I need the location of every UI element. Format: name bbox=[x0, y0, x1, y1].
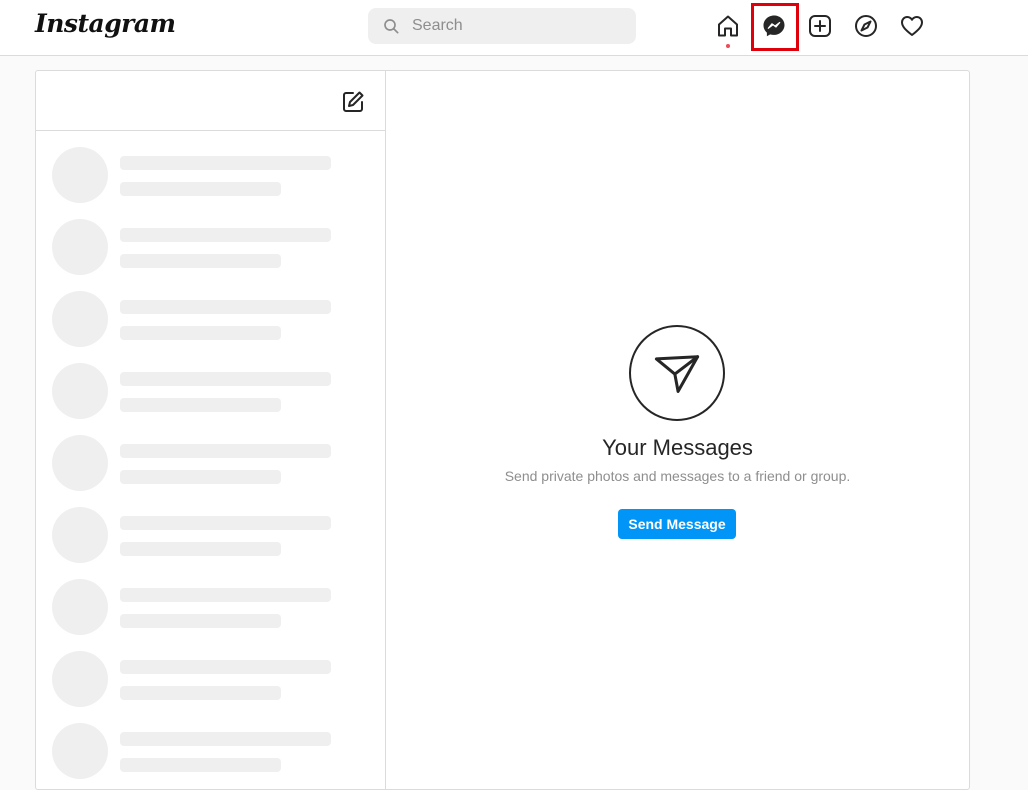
skeleton-row bbox=[36, 491, 385, 563]
home-icon[interactable] bbox=[715, 13, 741, 39]
messages-empty-state: Your Messages Send private photos and me… bbox=[386, 71, 969, 789]
skeleton-row bbox=[36, 131, 385, 203]
skeleton-avatar bbox=[52, 651, 108, 707]
skeleton-row bbox=[36, 275, 385, 347]
skeleton-line bbox=[120, 182, 281, 196]
skeleton-line bbox=[120, 228, 331, 242]
skeleton-line bbox=[120, 614, 281, 628]
skeleton-row bbox=[36, 203, 385, 275]
new-message-icon[interactable] bbox=[341, 90, 365, 114]
skeleton-line bbox=[120, 300, 331, 314]
skeleton-row bbox=[36, 347, 385, 419]
skeleton-line bbox=[120, 758, 281, 772]
new-post-icon[interactable] bbox=[807, 13, 833, 39]
skeleton-avatar bbox=[52, 579, 108, 635]
skeleton-avatar bbox=[52, 147, 108, 203]
skeleton-line bbox=[120, 686, 281, 700]
skeleton-line bbox=[120, 470, 281, 484]
direct-inbox-panel: Your Messages Send private photos and me… bbox=[35, 70, 970, 790]
home-notification-dot bbox=[726, 44, 730, 48]
send-message-button[interactable]: Send Message bbox=[618, 509, 736, 539]
skeleton-avatar bbox=[52, 219, 108, 275]
skeleton-row bbox=[36, 707, 385, 779]
skeleton-line bbox=[120, 398, 281, 412]
skeleton-line bbox=[120, 254, 281, 268]
search-icon bbox=[384, 19, 399, 34]
conversation-list-column bbox=[36, 71, 386, 789]
skeleton-line bbox=[120, 444, 331, 458]
skeleton-avatar bbox=[52, 507, 108, 563]
explore-icon[interactable] bbox=[853, 13, 879, 39]
skeleton-line bbox=[120, 542, 281, 556]
conversation-skeleton-list bbox=[36, 131, 385, 779]
skeleton-avatar bbox=[52, 291, 108, 347]
skeleton-line bbox=[120, 588, 331, 602]
paper-plane-icon-circle bbox=[629, 325, 725, 421]
empty-state-subtitle: Send private photos and messages to a fr… bbox=[504, 468, 851, 484]
instagram-logo[interactable]: Instagram bbox=[35, 9, 176, 38]
skeleton-row bbox=[36, 563, 385, 635]
messenger-icon[interactable] bbox=[761, 13, 787, 39]
paper-plane-icon bbox=[654, 355, 700, 393]
skeleton-avatar bbox=[52, 363, 108, 419]
inbox-header bbox=[36, 71, 385, 131]
activity-heart-icon[interactable] bbox=[899, 13, 925, 39]
skeleton-line bbox=[120, 326, 281, 340]
skeleton-line bbox=[120, 156, 331, 170]
skeleton-line bbox=[120, 660, 331, 674]
empty-state-title: Your Messages bbox=[602, 435, 753, 460]
search-input[interactable] bbox=[412, 8, 622, 44]
skeleton-row bbox=[36, 419, 385, 491]
skeleton-row bbox=[36, 635, 385, 707]
skeleton-avatar bbox=[52, 723, 108, 779]
search-box[interactable] bbox=[368, 8, 636, 44]
skeleton-avatar bbox=[52, 435, 108, 491]
top-navigation-bar: Instagram bbox=[0, 0, 1028, 56]
skeleton-line bbox=[120, 372, 331, 386]
skeleton-line bbox=[120, 732, 331, 746]
skeleton-line bbox=[120, 516, 331, 530]
